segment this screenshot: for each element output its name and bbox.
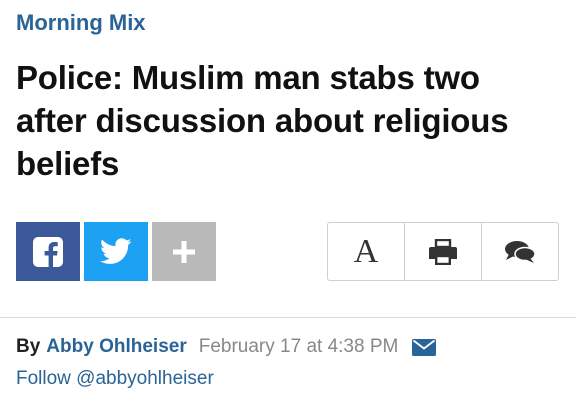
plus-icon [173,240,195,263]
author-link[interactable]: Abby Ohlheiser [46,336,186,358]
more-share-button[interactable] [152,222,216,281]
twitter-share-button[interactable] [84,222,148,281]
facebook-share-button[interactable] [16,222,80,281]
printer-icon [429,238,457,265]
byline: By Abby Ohlheiser February 17 at 4:38 PM [16,336,437,358]
font-size-icon: A [353,232,379,270]
print-button[interactable] [405,223,482,280]
article-headline: Police: Muslim man stabs two after discu… [16,59,509,182]
comments-icon [505,240,536,263]
comments-button[interactable] [482,223,558,280]
publish-date: February 17 at 4:38 PM [198,336,399,357]
article-tools: A [327,222,559,281]
divider [0,317,576,318]
facebook-icon [33,236,63,267]
font-size-button[interactable]: A [328,223,405,280]
section-kicker[interactable]: Morning Mix [16,10,146,36]
envelope-icon [412,338,437,356]
follow-author-link[interactable]: Follow @abbyohlheiser [16,368,214,390]
email-author-button[interactable] [412,338,437,356]
share-buttons [16,222,216,281]
byline-prefix: By [16,336,41,357]
twitter-icon [100,238,132,264]
